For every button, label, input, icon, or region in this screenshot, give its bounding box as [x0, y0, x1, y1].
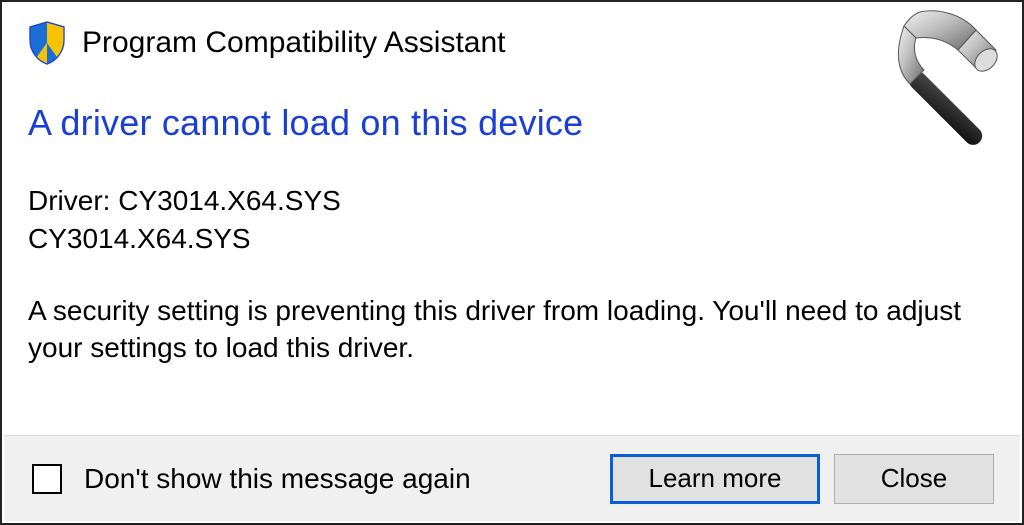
driver-name-line: CY3014.X64.SYS — [28, 220, 994, 258]
hammer-icon — [858, 6, 1018, 166]
driver-label-line: Driver: CY3014.X64.SYS — [28, 182, 994, 220]
button-row: Learn more Close — [610, 454, 994, 504]
title-row: Program Compatibility Assistant — [26, 20, 994, 66]
learn-more-button[interactable]: Learn more — [610, 454, 820, 504]
driver-info: Driver: CY3014.X64.SYS CY3014.X64.SYS — [28, 182, 994, 258]
dialog-footer: Don't show this message again Learn more… — [4, 435, 1020, 521]
close-button[interactable]: Close — [834, 454, 994, 504]
body-text: A security setting is preventing this dr… — [28, 292, 988, 368]
dont-show-again-row[interactable]: Don't show this message again — [32, 463, 610, 495]
dont-show-again-label: Don't show this message again — [84, 463, 471, 495]
window-title: Program Compatibility Assistant — [82, 26, 506, 60]
security-shield-icon — [26, 20, 68, 66]
main-heading: A driver cannot load on this device — [28, 102, 994, 144]
dont-show-again-checkbox[interactable] — [32, 464, 62, 494]
